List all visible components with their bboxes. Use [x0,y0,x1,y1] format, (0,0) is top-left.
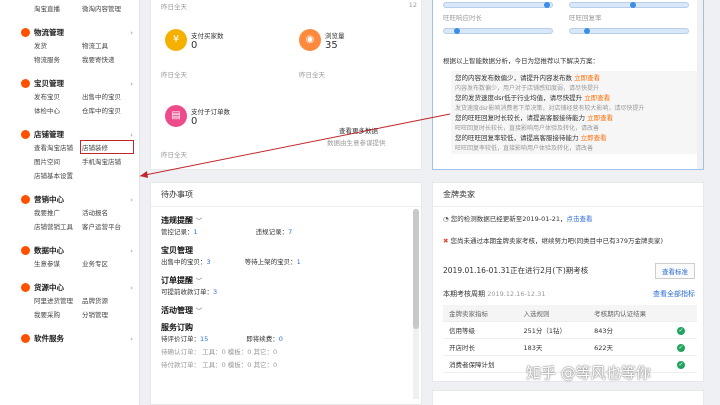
watermark: 知乎 @等风也等你 [526,364,651,382]
arrow-line [139,113,451,177]
annotation-arrow [139,113,451,178]
arrow-head [140,171,148,178]
